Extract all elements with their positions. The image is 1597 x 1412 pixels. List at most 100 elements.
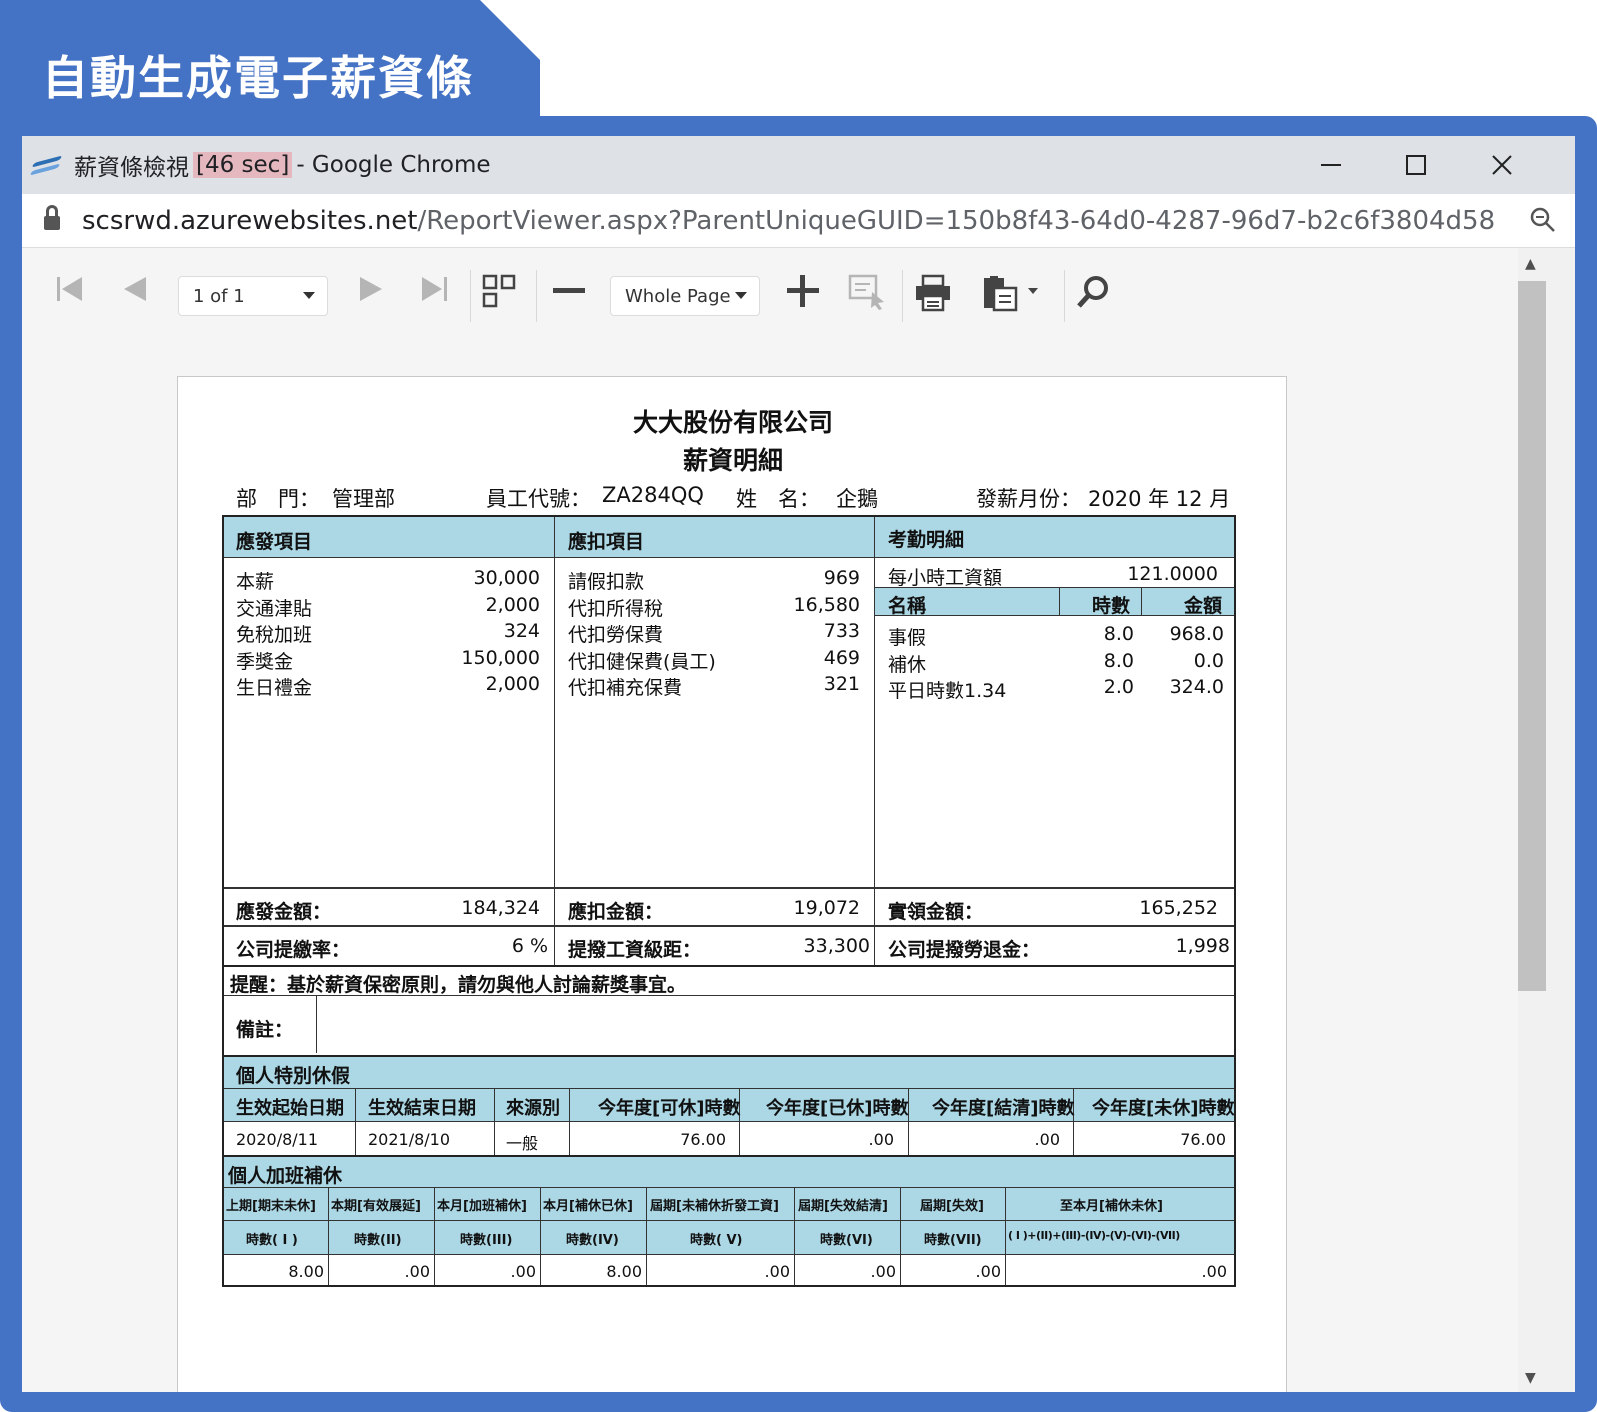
list-item: 交通津貼 xyxy=(236,598,313,620)
divider xyxy=(224,1121,1234,1122)
comp-col2-7: ( I )+(II)+(III)-(IV)-(V)-(VI)-(VII) xyxy=(1008,1229,1180,1242)
toolbar-separator xyxy=(1064,270,1065,322)
divider xyxy=(224,1088,1234,1089)
list-item: 代扣健保費(員工) xyxy=(568,651,716,673)
list-item-value: 733 xyxy=(823,620,860,642)
table-cell: .00 xyxy=(1034,1130,1060,1149)
table-header-bg xyxy=(224,517,1234,557)
export-disabled-icon[interactable] xyxy=(848,274,888,310)
sl-col-used: 今年度[已休]時數 xyxy=(766,1098,909,1119)
reminder-text: 提醒：基於薪資保密原則，請勿與他人討論薪獎事宜。 xyxy=(230,974,687,996)
pension-label: 公司提撥勞退金： xyxy=(888,939,1041,961)
divider xyxy=(434,1187,435,1285)
window-title-prefix: 薪資條檢視 xyxy=(74,155,189,181)
next-page-icon[interactable] xyxy=(356,274,386,304)
earnings-header: 應發項目 xyxy=(236,531,313,553)
table-cell: 一般 xyxy=(506,1134,539,1153)
emp-id-label: 員工代號： xyxy=(486,487,591,511)
comp-col2-3: 時數(IV) xyxy=(566,1233,619,1248)
special-leave-table: 個人特別休假 生效起始日期 生效結束日期 來源別 今年度[可休]時數 今年度[已… xyxy=(222,1055,1236,1157)
lock-icon xyxy=(44,204,60,231)
page-number-select[interactable]: 1 of 1 xyxy=(178,276,328,316)
minimize-icon xyxy=(1321,164,1341,166)
net-value: 165,252 xyxy=(1139,897,1218,919)
maximize-button[interactable] xyxy=(1372,136,1460,194)
list-item-value: 150,000 xyxy=(461,647,540,669)
pay-detail-table: 應發項目 應扣項目 考勤明細 本薪 30,000 交通津貼 2,000 免稅加班… xyxy=(222,515,1236,967)
table-cell: 324.0 xyxy=(1169,676,1224,698)
table-cell: .00 xyxy=(764,1262,790,1281)
scroll-down-icon[interactable]: ▼ xyxy=(1525,1370,1536,1386)
list-item-value: 2,000 xyxy=(485,673,540,695)
zoom-out-icon[interactable] xyxy=(552,274,586,308)
special-leave-header: 個人特別休假 xyxy=(236,1065,351,1087)
chevron-down-icon xyxy=(303,292,315,299)
table-cell: 2021/8/10 xyxy=(368,1130,451,1149)
divider xyxy=(794,1187,795,1285)
divider xyxy=(554,517,555,965)
scroll-up-icon[interactable]: ▲ xyxy=(1525,256,1536,272)
list-item-value: 30,000 xyxy=(473,567,540,589)
zoom-in-icon[interactable] xyxy=(786,274,820,308)
table-cell: 8.0 xyxy=(1103,623,1134,645)
name-label: 姓 名： xyxy=(736,487,820,511)
zoom-select[interactable]: Whole Page xyxy=(610,276,760,316)
table-cell: .00 xyxy=(404,1262,430,1281)
sl-col-start: 生效起始日期 xyxy=(236,1098,344,1119)
deductions-header: 應扣項目 xyxy=(568,531,645,553)
maximize-icon xyxy=(1406,155,1426,175)
document-map-icon[interactable] xyxy=(482,274,518,310)
close-icon xyxy=(1492,155,1512,175)
table-row: 補休 xyxy=(888,654,927,676)
dept-value: 管理部 xyxy=(332,487,395,511)
list-item: 代扣所得稅 xyxy=(568,598,664,620)
divider xyxy=(328,1187,329,1285)
table-cell: 8.0 xyxy=(1103,650,1134,672)
list-item: 代扣補充保費 xyxy=(568,677,683,699)
toolbar-separator xyxy=(902,270,903,322)
comp-col1-7: 至本月[補休未休] xyxy=(1060,1199,1163,1214)
comp-col1-4: 屆期[未補休折發工資] xyxy=(650,1199,779,1214)
table-cell: 8.00 xyxy=(288,1262,324,1281)
minimize-button[interactable] xyxy=(1287,136,1375,194)
sl-col-end: 生效結束日期 xyxy=(368,1098,476,1119)
browser-window: 薪資條檢視 [46 sec] - Google Chrome scsrwd.az… xyxy=(22,136,1575,1392)
find-icon[interactable] xyxy=(1076,274,1112,310)
remark-table: 提醒：基於薪資保密原則，請勿與他人討論薪獎事宜。 備註： xyxy=(222,965,1236,1057)
report-title: 薪資明細 xyxy=(682,446,783,475)
net-label: 實領金額： xyxy=(888,901,984,923)
divider xyxy=(355,1088,356,1155)
remark-label: 備註： xyxy=(236,1019,294,1041)
close-button[interactable] xyxy=(1458,136,1546,194)
page-zoom-icon[interactable] xyxy=(1529,206,1557,241)
comp-col1-1: 本期[有效展延] xyxy=(331,1199,421,1214)
table-row: 事假 xyxy=(888,627,927,649)
zoom-value: Whole Page xyxy=(625,285,731,307)
comp-leave-table: 個人加班補休 上期[期末未休] 本期[有效展延] 本月[加班補休] 本月[補休已… xyxy=(222,1155,1236,1287)
table-cell: .00 xyxy=(870,1262,896,1281)
comp-col1-2: 本月[加班補休] xyxy=(437,1199,527,1214)
previous-page-icon[interactable] xyxy=(120,274,150,304)
company-name: 大大股份有限公司 xyxy=(632,408,833,437)
attendance-header: 考勤明細 xyxy=(888,529,965,551)
address-bar[interactable]: scsrwd.azurewebsites.net/ReportViewer.as… xyxy=(22,194,1575,248)
table-cell: 76.00 xyxy=(680,1130,726,1149)
pension-value: 1,998 xyxy=(1175,935,1230,957)
sl-col-source: 來源別 xyxy=(506,1098,560,1119)
title-bar: 薪資條檢視 [46 sec] - Google Chrome xyxy=(22,136,1575,194)
url-host: scsrwd.azurewebsites.net xyxy=(82,205,418,236)
export-icon[interactable] xyxy=(982,274,1042,312)
banner-title: 自動生成電子薪資條 xyxy=(42,51,474,105)
list-item: 本薪 xyxy=(236,571,275,593)
last-page-icon[interactable] xyxy=(420,274,450,304)
pay-month-value: 2020 年 12 月 xyxy=(1088,487,1231,511)
hourly-value: 121.0000 xyxy=(1127,563,1218,585)
divider xyxy=(224,1220,1234,1221)
first-page-icon[interactable] xyxy=(54,274,84,304)
list-item: 生日禮金 xyxy=(236,677,313,699)
table-cell: 8.00 xyxy=(606,1262,642,1281)
scrollbar-thumb[interactable] xyxy=(1518,281,1546,991)
print-icon[interactable] xyxy=(914,274,952,312)
comp-col2-0: 時數( I ) xyxy=(246,1233,298,1248)
gross-label: 應發金額： xyxy=(236,901,332,923)
